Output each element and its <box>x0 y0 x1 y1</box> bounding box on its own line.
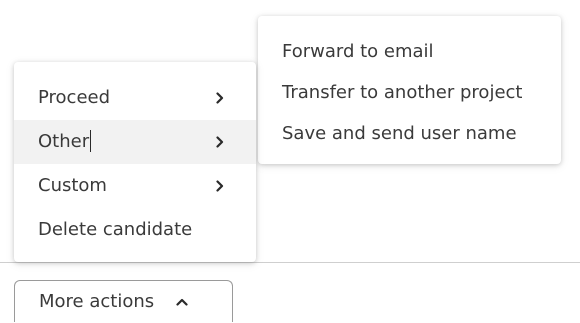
menu-item-label: Delete candidate <box>38 219 193 240</box>
submenu-item-label: Forward to email <box>282 41 434 62</box>
submenu-item-label: Save and send user name <box>282 123 517 144</box>
text-cursor <box>90 130 92 152</box>
menu-item-delete-candidate[interactable]: Delete candidate <box>14 208 256 252</box>
submenu-item-forward-to-email[interactable]: Forward to email <box>258 31 561 72</box>
menu-item-label: Other <box>38 131 90 152</box>
menu-item-custom[interactable]: Custom <box>14 164 256 208</box>
submenu-item-save-and-send-user-name[interactable]: Save and send user name <box>258 113 561 154</box>
chevron-up-icon <box>176 298 188 306</box>
more-actions-label: More actions <box>39 291 155 312</box>
menu-item-label: Proceed <box>38 87 111 108</box>
chevron-right-icon <box>214 76 226 120</box>
submenu-item-label: Transfer to another project <box>282 82 523 103</box>
other-submenu: Forward to email Transfer to another pro… <box>258 16 561 164</box>
menu-item-proceed[interactable]: Proceed <box>14 76 256 120</box>
chevron-right-icon <box>214 120 226 164</box>
menu-item-label: Custom <box>38 175 107 196</box>
submenu-item-transfer-to-another-project[interactable]: Transfer to another project <box>258 72 561 113</box>
footer-divider <box>0 262 580 263</box>
chevron-right-icon <box>214 164 226 208</box>
more-actions-button[interactable]: More actions <box>14 280 233 322</box>
menu-item-other[interactable]: Other <box>14 120 256 164</box>
actions-menu: Proceed Other Custom Delete candidate <box>14 62 256 262</box>
